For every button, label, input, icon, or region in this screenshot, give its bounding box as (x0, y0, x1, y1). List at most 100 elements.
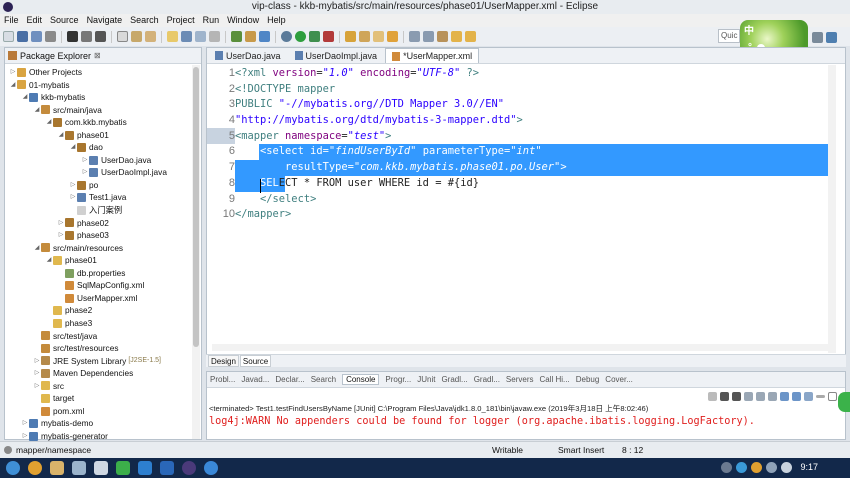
twisty-icon[interactable]: ◢ (33, 242, 41, 255)
block-select-icon[interactable] (195, 31, 206, 42)
twisty-icon[interactable]: ▷ (69, 191, 77, 204)
console-tab[interactable]: Javad... (241, 375, 269, 384)
code-line[interactable]: 10 </mapper> (207, 207, 845, 223)
menu-item-search[interactable]: Search (130, 14, 159, 27)
java-ee-perspective-icon[interactable] (826, 31, 837, 43)
editor-horizontal-scrollbar[interactable] (212, 344, 828, 351)
tree-item[interactable]: ▷ Other Projects (5, 66, 201, 79)
taskbar-clock[interactable]: 9:17 (800, 462, 818, 472)
twisty-icon[interactable]: ▷ (21, 417, 29, 430)
external-tools-icon[interactable] (323, 31, 334, 42)
package-explorer-scrollbar[interactable] (192, 65, 200, 439)
close-icon[interactable]: ⊠ (94, 51, 101, 60)
code-line[interactable]: 7 resultType="com.kkb.mybatis.phase01.po… (207, 160, 845, 176)
menu-item-run[interactable]: Run (203, 14, 220, 27)
save-icon[interactable] (17, 31, 28, 42)
open-task-icon[interactable] (373, 31, 384, 42)
display-console-icon[interactable] (792, 391, 801, 401)
console-tab[interactable]: Console (342, 374, 380, 385)
tree-item[interactable]: db.properties (5, 267, 201, 280)
tree-item[interactable]: phase2 (5, 304, 201, 317)
forward-icon[interactable] (465, 31, 476, 42)
tree-item[interactable]: ▷ phase02 (5, 217, 201, 230)
console-tab[interactable]: Progr... (385, 375, 411, 384)
tree-item[interactable]: ◢ 01-mybatis (5, 79, 201, 92)
browser-icon[interactable] (204, 461, 218, 475)
tree-item[interactable]: ▷ po (5, 179, 201, 192)
toggle-mark-icon[interactable] (145, 31, 156, 42)
tree-item[interactable]: ▷ mybatis-demo (5, 417, 201, 430)
console-tab[interactable]: Declar... (275, 375, 304, 384)
code-line[interactable]: 9 </select> (207, 192, 845, 208)
console-tab[interactable]: Debug (576, 375, 600, 384)
code-line[interactable]: 4 "http://mybatis.org/dtd/mybatis-3-mappe… (207, 113, 845, 129)
editor-tab[interactable]: *UserMapper.xml (385, 48, 480, 63)
tray-network-icon[interactable] (766, 462, 777, 473)
menu-item-window[interactable]: Window (227, 14, 259, 27)
tray-volume-icon[interactable] (781, 462, 792, 473)
tray-ime-icon[interactable] (751, 462, 762, 473)
scrollbar-thumb[interactable] (193, 67, 199, 347)
next-annotation-icon[interactable] (409, 31, 420, 42)
tree-item[interactable]: ▷ Test1.java (5, 191, 201, 204)
console-tab[interactable]: Gradl... (441, 375, 467, 384)
tree-item[interactable]: ▷ Maven Dependencies (5, 367, 201, 380)
save-all-icon[interactable] (31, 31, 42, 42)
format-icon[interactable] (181, 31, 192, 42)
source-tab[interactable]: Source (239, 355, 272, 367)
twisty-icon[interactable]: ◢ (45, 116, 53, 129)
open-perspective-icon[interactable] (812, 31, 823, 43)
editor-vertical-scrollbar[interactable] (828, 65, 836, 353)
word-wrap-icon[interactable] (768, 391, 777, 401)
tree-item[interactable]: ▷ UserDao.java (5, 154, 201, 167)
start-icon[interactable] (6, 461, 20, 475)
tree-item[interactable]: phase3 (5, 317, 201, 330)
editor-tab[interactable]: UserDao.java (209, 48, 287, 63)
print-icon[interactable] (45, 31, 56, 42)
pin-console-icon[interactable] (780, 391, 789, 401)
open-console-icon[interactable] (804, 391, 813, 401)
run-icon[interactable] (295, 31, 306, 42)
terminate-icon[interactable] (708, 391, 717, 401)
tree-item[interactable]: SqlMapConfig.xml (5, 279, 201, 292)
console-tab[interactable]: Call Hi... (539, 375, 569, 384)
package-explorer-title[interactable]: Package Explorer (20, 51, 91, 61)
qq-icon[interactable] (138, 461, 152, 475)
quick-access-input[interactable]: Quic (718, 29, 740, 43)
chrome-icon[interactable] (28, 461, 42, 475)
last-edit-icon[interactable] (437, 31, 448, 42)
tray-arrow-icon[interactable] (721, 462, 732, 473)
tree-item[interactable]: target (5, 392, 201, 405)
tree-item[interactable]: ▷ src (5, 380, 201, 393)
twisty-icon[interactable]: ◢ (57, 129, 65, 142)
editor-tab[interactable]: UserDaoImpl.java (289, 48, 384, 63)
minimize-icon[interactable] (816, 394, 825, 398)
remove-launch-icon[interactable] (720, 391, 729, 401)
menu-item-help[interactable]: Help (267, 14, 286, 27)
notepad-icon[interactable] (72, 461, 86, 475)
tree-item[interactable]: ▷ UserDaoImpl.java (5, 166, 201, 179)
tree-item[interactable]: ▷ phase03 (5, 229, 201, 242)
coverage-icon[interactable] (309, 31, 320, 42)
explorer-icon[interactable] (50, 461, 64, 475)
design-tab[interactable]: Design (208, 355, 239, 367)
twisty-icon[interactable]: ◢ (21, 91, 29, 104)
tree-item[interactable]: ◢ kkb-mybatis (5, 91, 201, 104)
code-line[interactable]: 1 <?xml version="1.0" encoding="UTF-8" ?> (207, 66, 845, 82)
tree-item[interactable]: UserMapper.xml (5, 292, 201, 305)
menu-item-source[interactable]: Source (50, 14, 79, 27)
twisty-icon[interactable]: ▷ (9, 66, 17, 79)
step-icon[interactable] (131, 31, 142, 42)
skip-breakpoints-icon[interactable] (117, 31, 128, 42)
build-icon[interactable] (81, 31, 92, 42)
twisty-icon[interactable]: ▷ (57, 217, 65, 230)
tree-item[interactable]: ◢ phase01 (5, 129, 201, 142)
search-icon[interactable] (387, 31, 398, 42)
remove-all-icon[interactable] (732, 391, 741, 401)
tree-item[interactable]: src/test/java (5, 329, 201, 342)
code-line[interactable]: 2 <!DOCTYPE mapper (207, 82, 845, 98)
maximize-icon[interactable] (828, 391, 837, 401)
ime-badge-icon[interactable] (838, 392, 850, 412)
eclipse-icon[interactable] (182, 461, 196, 475)
twisty-icon[interactable]: ▷ (69, 179, 77, 192)
